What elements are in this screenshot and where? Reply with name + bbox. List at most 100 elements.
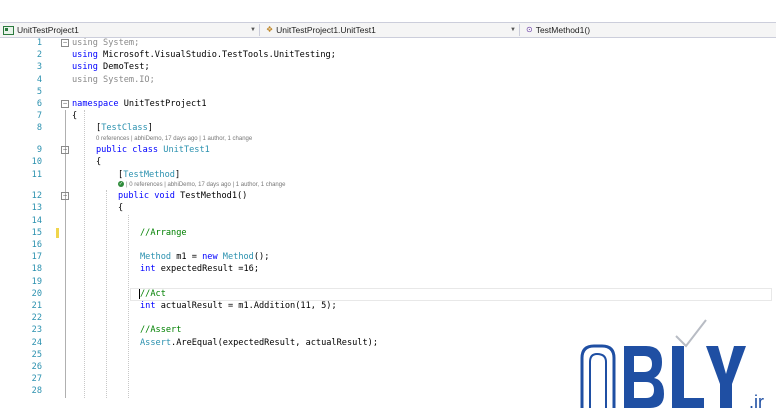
line-number: 10	[31, 157, 42, 168]
line-number: 16	[31, 240, 42, 250]
code-text: public void TestMethod1()	[118, 190, 247, 202]
code-token: Method	[140, 252, 177, 263]
code-line[interactable]: 6 − namespace UnitTestProject1	[0, 98, 776, 110]
codelens-info[interactable]: ✓ | 0 references | abhiDemo, 17 days ago …	[118, 181, 285, 190]
change-marker	[56, 227, 59, 238]
code-text: using Microsoft.VisualStudio.TestTools.U…	[72, 49, 336, 61]
code-token: UnitTest1	[163, 145, 210, 156]
code-line[interactable]: 17 Method m1 = new Method();	[0, 251, 776, 263]
code-token: namespace	[72, 99, 124, 109]
line-number: 4	[36, 74, 42, 85]
code-token: TestMethod	[123, 169, 175, 180]
code-text: public class UnitTest1	[96, 144, 210, 156]
code-line[interactable]: 11 [TestMethod]	[0, 169, 776, 181]
current-line-highlight	[130, 287, 772, 301]
code-line[interactable]: 4 using System.IO;	[0, 74, 776, 86]
line-number: 28	[31, 386, 42, 397]
code-line[interactable]: 18 int expectedResult =16;	[0, 263, 776, 275]
code-line[interactable]: 2 using Microsoft.VisualStudio.TestTools.…	[0, 49, 776, 61]
method-icon: ⊙	[526, 25, 533, 34]
code-line[interactable]: 8 [TestClass]	[0, 122, 776, 134]
code-line[interactable]: 5	[0, 86, 776, 98]
collapse-icon[interactable]: −	[61, 146, 69, 155]
line-number: 15	[31, 227, 42, 238]
code-line[interactable]: 9 − public class UnitTest1	[0, 144, 776, 156]
chevron-down-icon: ▼	[250, 27, 256, 33]
ably-logo: .ir	[580, 319, 764, 412]
collapse-icon[interactable]: −	[61, 192, 69, 201]
line-number: 7	[36, 111, 42, 122]
line-number: 1	[36, 38, 42, 48]
code-text: [TestMethod]	[118, 169, 180, 181]
project-dropdown-label: UnitTestProject1	[17, 25, 79, 35]
code-line[interactable]: 10 {	[0, 156, 776, 168]
code-token: using	[72, 50, 104, 61]
line-number: 22	[31, 313, 42, 324]
code-token: //Assert	[140, 325, 182, 336]
code-token: UnitTestProject1	[123, 99, 207, 109]
code-token: .AreEqual(expectedResult, actualResult);	[171, 337, 379, 348]
code-line[interactable]: 20 //Act	[0, 287, 776, 301]
line-number: 5	[36, 86, 42, 97]
code-line[interactable]: 7{	[0, 110, 776, 122]
class-dropdown-label: UnitTestProject1.UnitTest1	[276, 25, 376, 35]
codelens-info[interactable]: 0 references | abhiDemo, 17 days ago | 1…	[96, 135, 252, 144]
code-line[interactable]: 19	[0, 276, 776, 288]
code-text: {	[96, 156, 101, 168]
code-text: Method m1 = new Method();	[140, 251, 269, 263]
code-line[interactable]: 14	[0, 215, 776, 227]
line-number: 20	[31, 288, 42, 299]
code-token: ();	[253, 252, 270, 263]
code-token: {	[72, 111, 78, 122]
test-passed-icon[interactable]: ✓	[118, 181, 124, 188]
line-number: 3	[36, 62, 42, 73]
code-token: m1 =	[176, 252, 203, 263]
code-line[interactable]: 1 − using System;	[0, 37, 776, 49]
code-token: public void	[118, 191, 181, 202]
code-token: //Arrange	[140, 227, 187, 238]
line-number: 21	[31, 301, 42, 311]
line-number: 12	[31, 191, 42, 202]
line-number: 23	[31, 325, 42, 336]
code-text: {	[72, 110, 77, 122]
code-text: [TestClass]	[96, 122, 153, 134]
code-token: DemoTest;	[103, 62, 150, 73]
codelens-text: | 0 references | abhiDemo, 17 days ago |…	[126, 181, 286, 188]
code-token: int	[140, 301, 161, 311]
code-line[interactable]: 21 int actualResult = m1.Addition(11, 5);	[0, 300, 776, 312]
code-token: ]	[174, 169, 181, 180]
project-dropdown[interactable]: UnitTestProject1 ▼	[0, 23, 258, 37]
line-number: 26	[31, 362, 42, 372]
collapse-icon[interactable]: −	[61, 100, 69, 108]
method-dropdown[interactable]: ⊙ TestMethod1()	[520, 23, 776, 37]
code-line[interactable]: 16	[0, 239, 776, 251]
collapse-icon[interactable]: −	[61, 39, 69, 47]
logo-suffix: .ir	[749, 392, 764, 412]
code-token: actualResult = m1.Addition(11, 5);	[160, 301, 337, 311]
line-number: 11	[31, 169, 42, 180]
code-line[interactable]: 13 {	[0, 202, 776, 214]
code-token: public class	[96, 145, 164, 156]
line-number: 25	[31, 349, 42, 360]
line-number: 19	[31, 276, 42, 287]
code-token: {	[96, 157, 102, 168]
line-number: 17	[31, 252, 42, 263]
code-line[interactable]: 12 − public void TestMethod1()	[0, 190, 776, 202]
code-token: new	[202, 252, 223, 263]
text-caret	[139, 288, 140, 299]
code-token: Method	[222, 252, 254, 263]
class-dropdown[interactable]: ❖ UnitTestProject1.UnitTest1 ▼	[260, 23, 518, 37]
line-number: 13	[31, 203, 42, 214]
code-token: using System.IO;	[72, 74, 155, 85]
code-text: int expectedResult =16;	[140, 263, 259, 275]
navigation-bar: UnitTestProject1 ▼ ❖ UnitTestProject1.Un…	[0, 22, 776, 38]
line-number: 9	[36, 145, 42, 156]
code-text: {	[118, 202, 123, 214]
code-text: //Assert	[140, 324, 181, 336]
line-number: 6	[36, 99, 42, 109]
code-text: using System.IO;	[72, 74, 155, 86]
code-token: TestClass	[101, 123, 148, 134]
code-line[interactable]: 3 using DemoTest;	[0, 61, 776, 73]
code-token: using	[72, 62, 104, 73]
code-line[interactable]: 15 //Arrange	[0, 227, 776, 239]
